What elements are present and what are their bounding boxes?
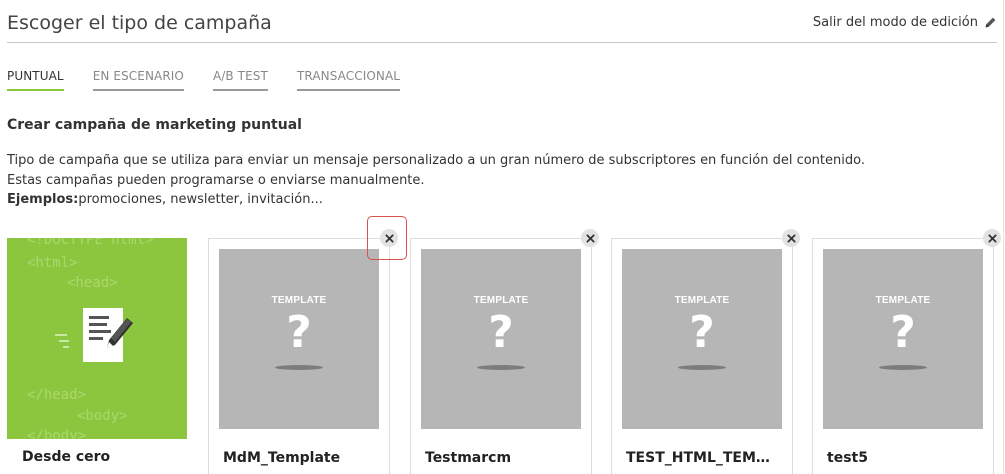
tab-ab-test[interactable]: A/B TEST: [212, 69, 268, 91]
campaign-type-tabs: PUNTUAL EN ESCENARIO A/B TEST TRANSACCIO…: [7, 69, 429, 91]
template-placeholder-image: TEMPLATE ?: [823, 249, 983, 429]
placeholder-shadow: [275, 365, 323, 370]
template-placeholder-text: TEMPLATE: [271, 295, 327, 306]
description-line-1: Tipo de campaña que se utiliza para envi…: [7, 153, 865, 168]
new-from-scratch-thumbnail: <!DOCTYPE html> <html> <head> </head> <b…: [7, 238, 187, 439]
template-placeholder-image: TEMPLATE ?: [421, 249, 581, 429]
question-mark-icon: ?: [689, 307, 715, 358]
tab-transaccional[interactable]: TRANSACCIONAL: [296, 69, 401, 91]
code-line: <html>: [27, 255, 78, 271]
template-card-label: Testmarcm: [425, 450, 512, 466]
section-description: Tipo de campaña que se utiliza para envi…: [7, 151, 865, 210]
tab-en-escenario[interactable]: EN ESCENARIO: [92, 69, 184, 91]
template-placeholder-text: TEMPLATE: [674, 295, 730, 306]
question-mark-icon: ?: [286, 307, 312, 358]
delete-template-button-testmarcm[interactable]: [581, 229, 599, 247]
placeholder-shadow: [477, 365, 525, 370]
description-examples: Ejemplos:promociones, newsletter, invita…: [7, 190, 865, 210]
page-title: Escoger el tipo de campaña: [7, 12, 272, 34]
delete-template-button-test-html-template[interactable]: [782, 229, 800, 247]
section-title: Crear campaña de marketing puntual: [7, 117, 302, 133]
pencil-icon: [985, 17, 996, 28]
page-header: Escoger el tipo de campaña Salir del mod…: [7, 0, 997, 43]
template-placeholder-image: TEMPLATE ?: [219, 249, 379, 429]
new-from-scratch-label: Desde cero: [22, 449, 111, 465]
template-card-label: TEST_HTML_TEMPLATE: [626, 450, 776, 466]
template-card-test5[interactable]: TEMPLATE ? test5: [812, 238, 994, 474]
code-line: </head>: [27, 387, 87, 403]
exit-edit-mode-label: Salir del modo de edición: [812, 15, 978, 30]
question-mark-icon: ?: [890, 307, 916, 358]
placeholder-shadow: [678, 365, 726, 370]
close-icon: [987, 233, 997, 243]
question-mark-icon: ?: [488, 307, 514, 358]
code-line: <!DOCTYPE html>: [27, 238, 154, 248]
placeholder-shadow: [879, 365, 927, 370]
template-placeholder-text: TEMPLATE: [875, 295, 931, 306]
code-line: <body>: [77, 408, 128, 424]
exit-edit-mode-link[interactable]: Salir del modo de edición: [813, 15, 997, 30]
delete-template-button-test5[interactable]: [983, 229, 1001, 247]
new-from-scratch-card[interactable]: <!DOCTYPE html> <html> <head> </head> <b…: [7, 238, 187, 474]
examples-text: promociones, newsletter, invitación...: [78, 192, 323, 207]
template-card-test-html-template[interactable]: TEMPLATE ? TEST_HTML_TEMPLATE: [611, 238, 793, 474]
document-edit-icon: [55, 308, 133, 362]
template-placeholder-text: TEMPLATE: [473, 295, 529, 306]
code-line: <head>: [67, 275, 118, 291]
close-icon: [384, 233, 394, 243]
close-icon: [585, 233, 595, 243]
template-card-mdm-template[interactable]: TEMPLATE ? MdM_Template: [208, 238, 390, 474]
tab-puntual[interactable]: PUNTUAL: [7, 69, 64, 91]
examples-label: Ejemplos:: [7, 192, 79, 207]
template-placeholder-image: TEMPLATE ?: [622, 249, 782, 429]
delete-template-button-mdm-template[interactable]: [380, 229, 398, 247]
template-card-testmarcm[interactable]: TEMPLATE ? Testmarcm: [410, 238, 592, 474]
code-line: </body>: [27, 428, 87, 439]
description-line-2: Estas campañas pueden programarse o envi…: [7, 172, 425, 188]
frame-border: [1003, 0, 1004, 474]
template-card-label: MdM_Template: [223, 450, 341, 466]
template-card-label: test5: [827, 450, 868, 466]
close-icon: [786, 233, 796, 243]
